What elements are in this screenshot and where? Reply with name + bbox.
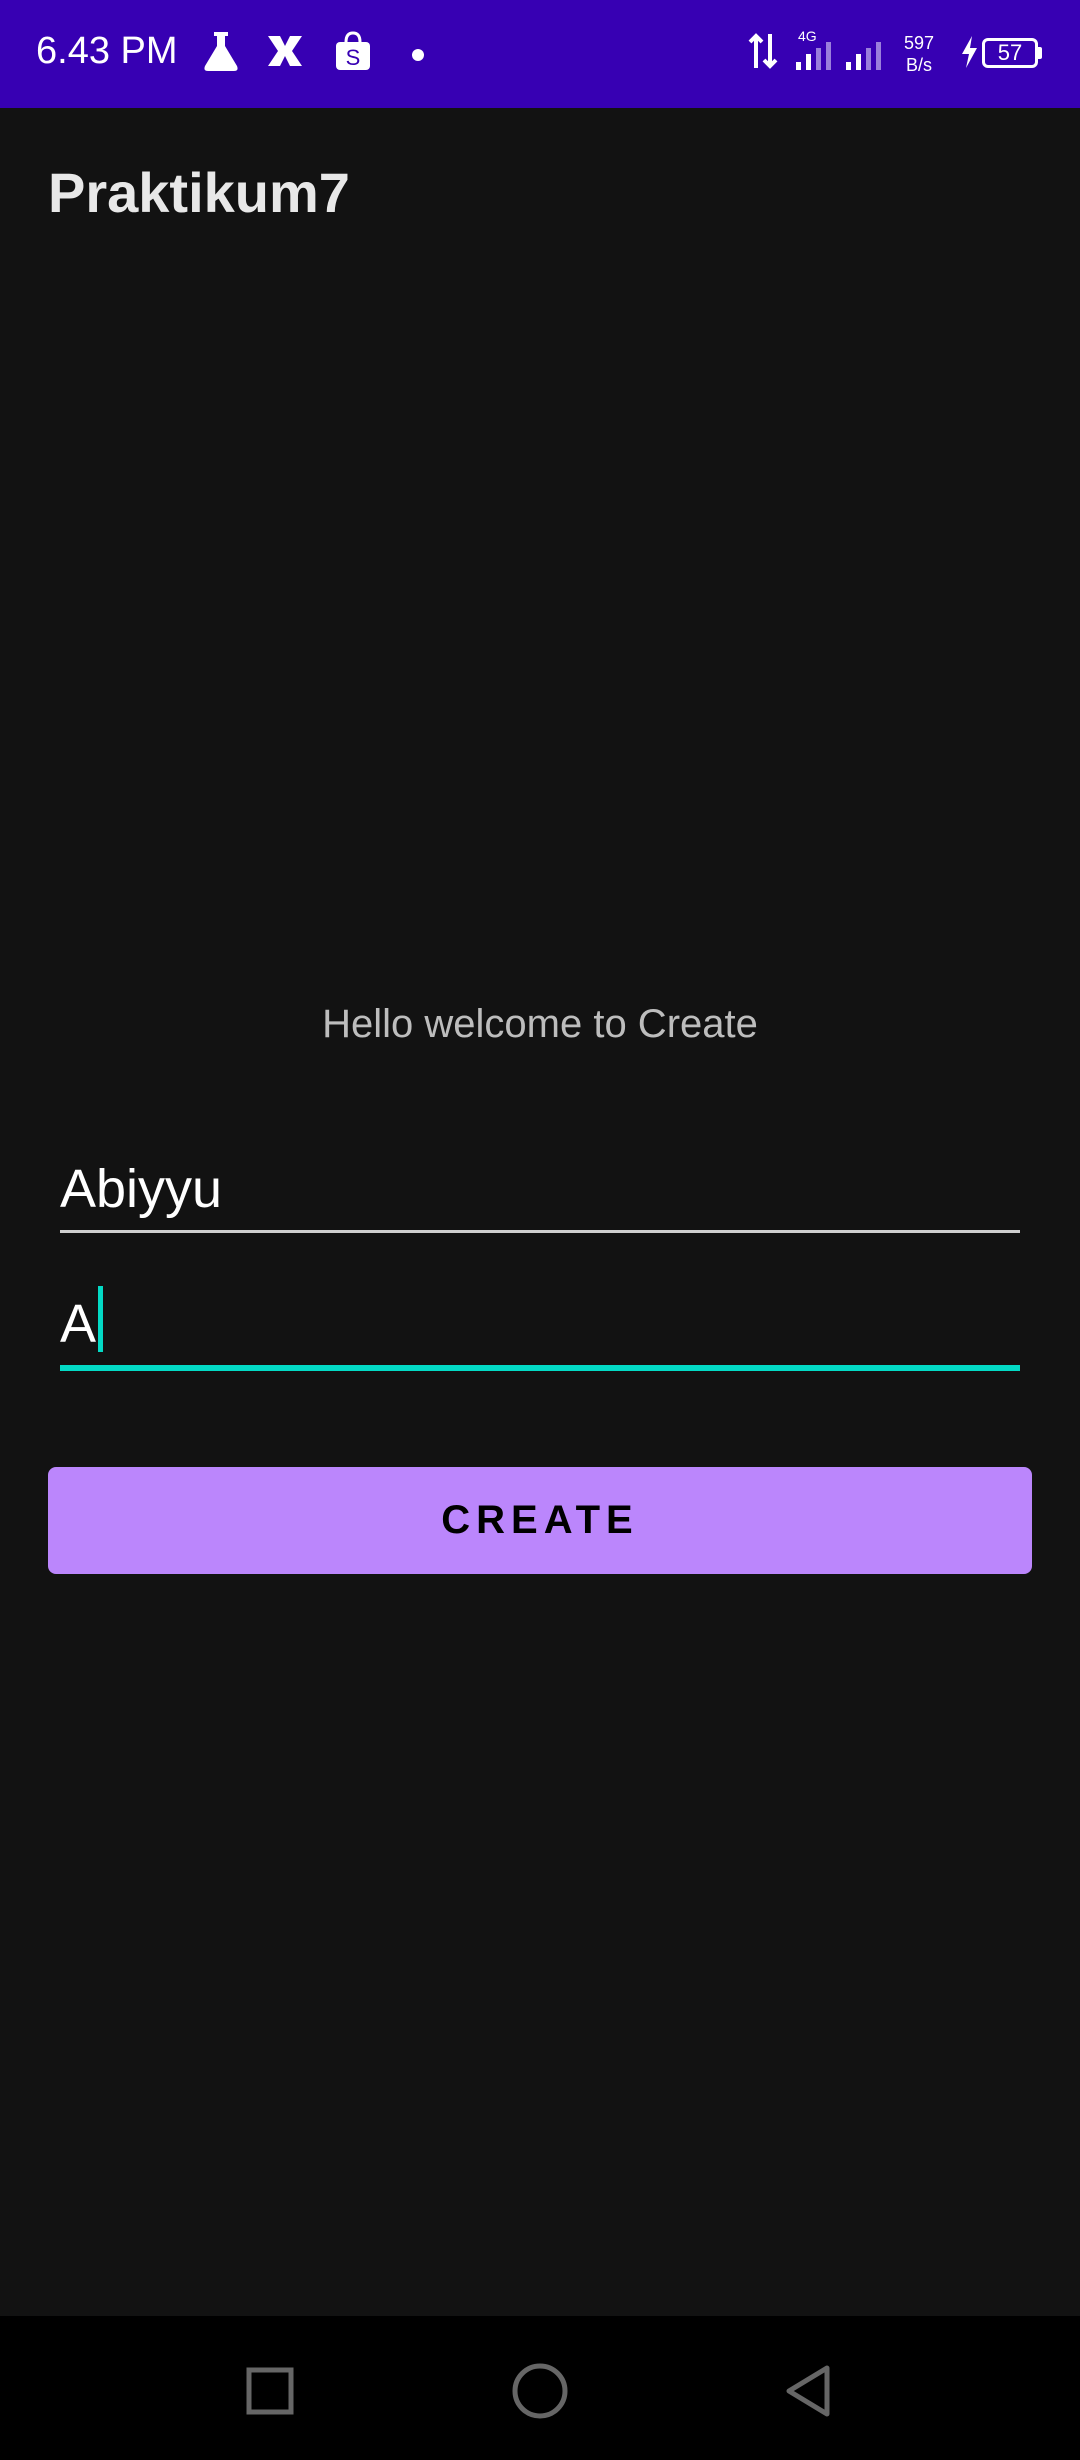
home-icon[interactable]	[505, 2356, 575, 2426]
charging-bolt-icon	[962, 36, 977, 68]
net-speed-unit: B/s	[906, 55, 933, 75]
recent-apps-icon[interactable]	[235, 2356, 305, 2426]
svg-text:S: S	[346, 45, 361, 70]
signal-4g-icon: 4G	[796, 28, 831, 70]
net-speed-value: 597	[904, 33, 935, 53]
battery-level: 57	[997, 40, 1023, 65]
text-cursor	[98, 1286, 104, 1352]
battery-icon: 57	[982, 38, 1038, 68]
second-input[interactable]: A	[60, 1275, 1020, 1371]
flask-icon	[204, 32, 238, 71]
second-input-value: A	[60, 1294, 97, 1354]
create-button[interactable]: CREATE	[48, 1467, 1032, 1574]
signal-icon	[846, 42, 881, 70]
x-app-icon	[268, 36, 302, 66]
network-type-label: 4G	[798, 28, 817, 44]
second-input-value-wrap: A	[60, 1286, 104, 1355]
name-input[interactable]: Abiyyu	[60, 1140, 1020, 1233]
app-title: Praktikum7	[48, 161, 350, 224]
status-time: 6.43 PM	[36, 30, 178, 72]
welcome-text: Hello welcome to Create	[322, 1002, 758, 1046]
net-speed: 597 B/s	[904, 32, 934, 76]
name-input-value: Abiyyu	[60, 1159, 223, 1219]
shopping-bag-icon: S	[336, 31, 370, 70]
notification-dot-icon	[412, 49, 424, 61]
status-bar: 6.43 PM S 4G 597 B/s 57	[0, 0, 1080, 108]
navigation-bar	[0, 2316, 1080, 2460]
back-icon[interactable]	[775, 2356, 845, 2426]
battery-tip	[1038, 47, 1042, 59]
data-transfer-icon	[748, 33, 778, 69]
